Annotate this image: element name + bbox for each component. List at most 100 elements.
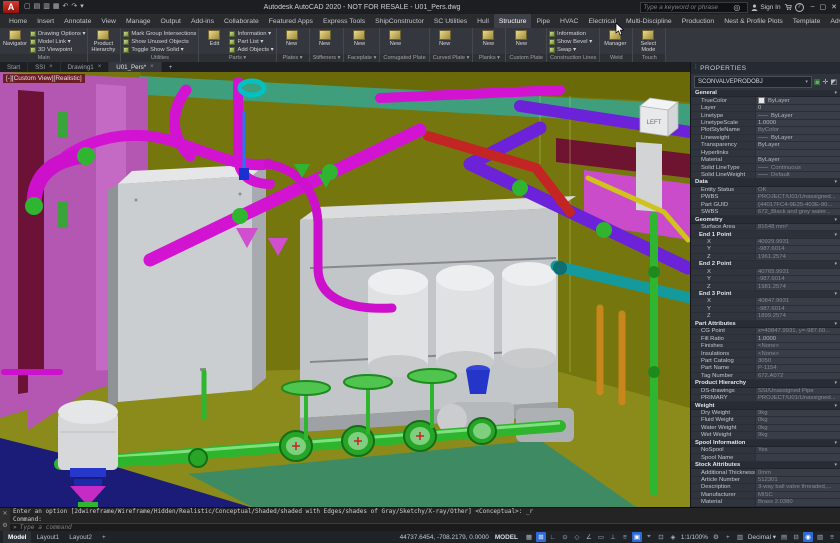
ribbon-button[interactable]: Show Bevel ▾ — [549, 38, 592, 45]
annotation-scale-label[interactable]: 1:1/100% — [680, 532, 709, 542]
ribbon-panel-name[interactable]: Stiffeners ▾ — [310, 54, 344, 62]
property-row[interactable]: Spool Name — [691, 454, 840, 461]
view-cube[interactable]: LEFT — [640, 98, 678, 136]
ribbon-big-button[interactable]: Navigator — [2, 29, 28, 54]
property-row[interactable]: End 2 Point — [691, 261, 840, 268]
quick-properties-icon[interactable]: ▤ — [779, 532, 789, 542]
ribbon-tab[interactable]: Collaborate — [219, 14, 264, 28]
ribbon-tab[interactable]: View — [96, 14, 121, 28]
property-row[interactable]: Z 1961.2574 — [691, 254, 840, 261]
property-row[interactable]: Wet Weight 9kg — [691, 432, 840, 439]
property-row[interactable]: Finishes <None> — [691, 343, 840, 350]
redo-icon[interactable]: ↷ — [71, 1, 77, 13]
property-row[interactable]: General — [691, 90, 840, 97]
model-space-badge[interactable]: MODEL — [491, 534, 522, 541]
property-row[interactable]: End 1 Point — [691, 231, 840, 238]
minimize-button[interactable]: – — [811, 3, 815, 11]
property-row[interactable]: Layer 0 — [691, 105, 840, 112]
property-row[interactable]: Article Number 512301 — [691, 477, 840, 484]
dynamic-input-icon[interactable]: ◈ — [668, 532, 678, 542]
ribbon-tab[interactable]: Nest & Profile Plots — [719, 14, 788, 28]
property-row[interactable]: PRIMARY PROJECT/U01/Unassigned... — [691, 395, 840, 402]
ribbon-tab[interactable]: Advantage Pack — [825, 14, 840, 28]
ribbon-tab[interactable]: Hull — [472, 14, 494, 28]
layout-tab[interactable]: + — [97, 534, 111, 541]
customize-icon[interactable]: ≡ — [827, 532, 837, 542]
property-row[interactable]: SWBS 672_Black and grey water... — [691, 209, 840, 216]
application-menu-button[interactable]: A — [3, 1, 19, 13]
property-row[interactable]: LinetypeScale 1.0000 — [691, 120, 840, 127]
property-row[interactable]: Fill Ratio 1.0000 — [691, 335, 840, 342]
transparency-icon[interactable]: ≡ — [620, 532, 630, 542]
isolate-objects-icon[interactable]: ⊟ — [791, 532, 801, 542]
viewport-canvas[interactable]: [-][Custom View][Realistic] — [0, 72, 690, 507]
document-tab[interactable]: U01_Pers* × — [109, 62, 161, 72]
ribbon-button[interactable]: 3D Viewpoint — [30, 46, 85, 53]
ribbon-panel-name[interactable]: Corrugated Plate — [380, 54, 428, 62]
dynamic-ucs-icon[interactable]: ⊡ — [656, 532, 666, 542]
property-row[interactable]: Entity Status OK — [691, 187, 840, 194]
ribbon-big-button[interactable]: Select Mode — [635, 29, 661, 54]
property-row[interactable]: CG Point x=40847.9931, y=-987.60... — [691, 328, 840, 335]
ribbon-tab[interactable]: Featured Apps — [264, 14, 318, 28]
plot-icon[interactable]: ▦ — [53, 1, 60, 13]
property-row[interactable]: Fluid Weight 0kg — [691, 417, 840, 424]
help-icon[interactable]: ? — [795, 3, 804, 12]
property-row[interactable]: Dry Weight 9kg — [691, 410, 840, 417]
property-row[interactable]: Water Weight 0kg — [691, 425, 840, 432]
command-input[interactable] — [20, 524, 840, 531]
property-row[interactable]: Description 3-way ball valve threaded,..… — [691, 484, 840, 491]
property-row[interactable]: Material ByLayer — [691, 157, 840, 164]
property-row[interactable]: TrueColor ByLayer — [691, 97, 840, 104]
property-row[interactable]: Y -987.6014 — [691, 306, 840, 313]
property-row[interactable]: Geometry — [691, 216, 840, 223]
property-row[interactable]: Linetype ByLayer — [691, 112, 840, 119]
close-tab-icon[interactable]: × — [150, 64, 154, 70]
3d-object-snap-icon[interactable]: ⌖ — [644, 532, 654, 542]
new-file-icon[interactable]: ▢ — [24, 1, 31, 13]
ribbon-panel-name[interactable]: Plates ▾ — [277, 54, 309, 62]
object-snap-tracking-icon[interactable]: ∠ — [584, 532, 594, 542]
ribbon-tab[interactable]: Express Tools — [318, 14, 370, 28]
property-row[interactable]: Part GUID {44017FC4-9E25-403E-90... — [691, 202, 840, 209]
property-row[interactable]: Y -987.6014 — [691, 276, 840, 283]
property-row[interactable]: X 40847.9931 — [691, 298, 840, 305]
ribbon-panel-name[interactable]: Parts ▾ — [199, 54, 275, 62]
property-row[interactable]: Part Catalog 3050 — [691, 358, 840, 365]
ribbon-big-button[interactable]: New — [432, 29, 458, 54]
ribbon-panel-name[interactable]: Main — [0, 54, 87, 62]
ribbon-panel-name[interactable]: Custom Plate — [506, 54, 546, 62]
close-button[interactable]: ✕ — [831, 3, 837, 11]
document-tab[interactable]: Drawing1 × — [61, 62, 110, 72]
clean-screen-icon[interactable]: ▧ — [815, 532, 825, 542]
property-row[interactable]: Product Hierarchy — [691, 380, 840, 387]
grid-icon[interactable]: ▦ — [524, 532, 534, 542]
layout-tab[interactable]: Layout2 — [64, 534, 97, 541]
units-select[interactable]: Decimal ▾ — [747, 532, 777, 542]
ribbon-panel-name[interactable]: Utilities — [121, 54, 198, 62]
property-row[interactable]: Lineweight ByLayer — [691, 135, 840, 142]
snap-icon[interactable]: ⊞ — [536, 532, 546, 542]
property-row[interactable]: Manufacturer MISC — [691, 492, 840, 499]
property-row[interactable]: Part Name P-1154 — [691, 365, 840, 372]
ribbon-panel-name[interactable]: Faceplate ▾ — [344, 54, 379, 62]
ribbon-button[interactable]: Show Unused Objects — [123, 38, 196, 45]
ribbon-button[interactable]: Drawing Options ▾ — [30, 30, 85, 37]
layout-tab[interactable]: Model — [3, 531, 31, 543]
property-row[interactable]: Solid LineType Continuous — [691, 164, 840, 171]
close-tab-icon[interactable]: × — [49, 64, 53, 70]
graphics-performance-icon[interactable]: ◉ — [803, 532, 813, 542]
ribbon-big-button[interactable]: New — [508, 29, 534, 54]
ribbon-tab[interactable]: Pipe — [531, 14, 555, 28]
ribbon-button[interactable]: Information ▾ — [229, 30, 273, 37]
search-icon[interactable]: ◎ — [733, 3, 740, 12]
ribbon-big-button[interactable]: New — [382, 29, 408, 54]
isodraft-icon[interactable]: ◇ — [572, 532, 582, 542]
sign-in-button[interactable]: Sign In — [751, 4, 780, 11]
ortho-icon[interactable]: ∟ — [548, 532, 558, 542]
ribbon-tab[interactable]: Annotate — [59, 14, 96, 28]
property-row[interactable]: Solid LineWeight Default — [691, 172, 840, 179]
customize-command-icon[interactable]: ⚙ — [2, 522, 7, 529]
property-row[interactable]: X 40765.9931 — [691, 269, 840, 276]
ribbon-button[interactable]: Information — [549, 30, 592, 37]
